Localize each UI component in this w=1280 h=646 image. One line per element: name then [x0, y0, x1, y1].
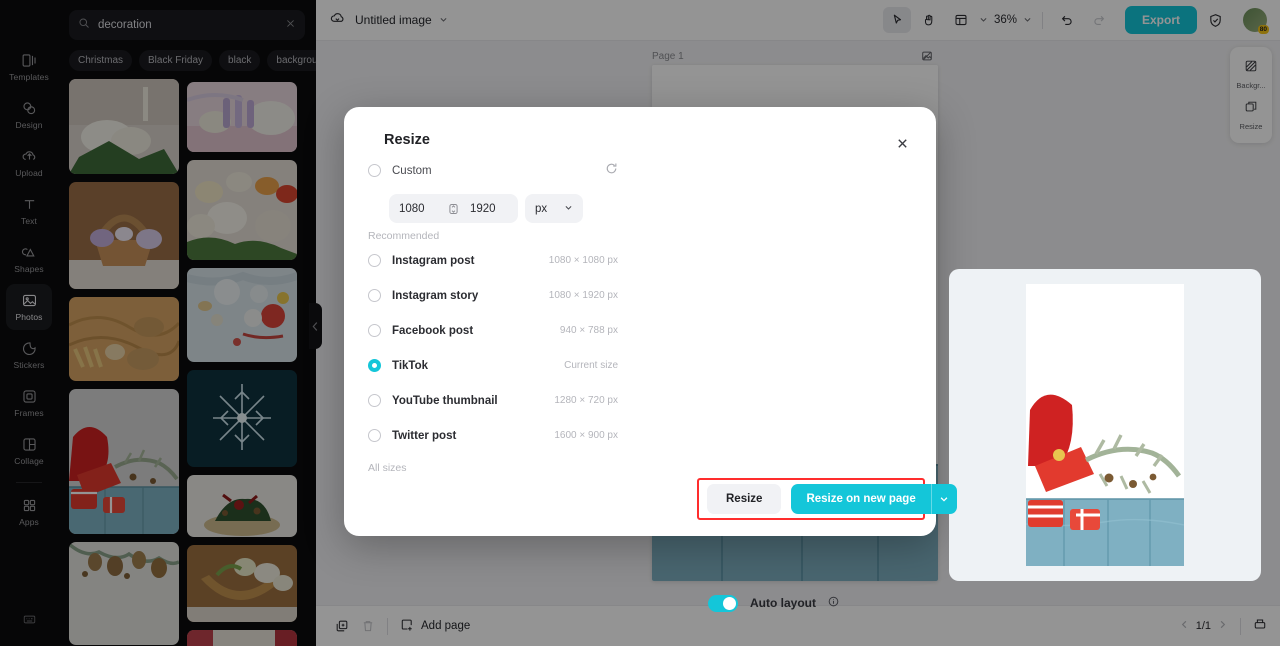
- reset-icon[interactable]: [605, 162, 618, 180]
- radio-custom[interactable]: [368, 164, 381, 177]
- option-size: Current size: [564, 360, 618, 371]
- option-size: 1600 × 900 px: [554, 430, 618, 441]
- unit-chevron-down-icon: [564, 203, 573, 215]
- option-label: YouTube thumbnail: [392, 394, 498, 407]
- resize-on-new-page-button[interactable]: Resize on new page: [791, 484, 931, 514]
- height-input[interactable]: [460, 202, 518, 215]
- auto-layout-label: Auto layout: [750, 596, 816, 610]
- option-size: 940 × 788 px: [559, 325, 618, 336]
- width-input[interactable]: [389, 202, 447, 215]
- option-instagram-post[interactable]: Instagram post 1080 × 1080 px: [368, 243, 618, 278]
- resize-preview: [949, 269, 1261, 581]
- unit-select[interactable]: px: [525, 194, 584, 223]
- custom-size-fields: px: [389, 194, 618, 223]
- radio-tiktok[interactable]: [368, 359, 381, 372]
- option-size: 1080 × 1920 px: [548, 290, 618, 301]
- option-instagram-story[interactable]: Instagram story 1080 × 1920 px: [368, 278, 618, 313]
- resize-dialog: Resize Custom 1080 1920 px Recommended I…: [344, 107, 1261, 612]
- option-label-custom: Custom: [392, 164, 432, 177]
- info-icon[interactable]: [828, 594, 839, 612]
- option-label: Twitter post: [392, 429, 457, 442]
- auto-layout-row: Auto layout: [708, 594, 839, 612]
- radio-instagram-story[interactable]: [368, 289, 381, 302]
- radio-youtube-thumbnail[interactable]: [368, 394, 381, 407]
- recommended-caption: Recommended: [368, 230, 440, 242]
- option-facebook-post[interactable]: Facebook post 940 × 788 px: [368, 313, 618, 348]
- all-sizes-link[interactable]: All sizes: [368, 462, 618, 474]
- photo-editor-app: Templates Design Upload Text Shapes Phot…: [0, 0, 1280, 646]
- size-option-list: Custom px Recommended: [368, 153, 618, 474]
- link-dimensions-icon[interactable]: [447, 203, 460, 215]
- dimension-inputs: [389, 194, 518, 223]
- resize-on-new-page-group: Resize on new page: [791, 484, 957, 514]
- option-label: Facebook post: [392, 324, 474, 337]
- unit-value: px: [535, 202, 548, 215]
- dialog-title: Resize: [384, 132, 430, 148]
- option-label: Instagram post: [392, 254, 475, 267]
- resize-button[interactable]: Resize: [707, 484, 782, 514]
- dialog-actions: Resize Resize on new page: [707, 484, 957, 514]
- option-label: TikTok: [392, 359, 428, 372]
- option-label: Instagram story: [392, 289, 479, 302]
- option-custom[interactable]: Custom: [368, 153, 618, 188]
- option-youtube-thumbnail[interactable]: YouTube thumbnail 1280 × 720 px: [368, 383, 618, 418]
- toggle-knob: [723, 596, 736, 610]
- close-icon[interactable]: [890, 131, 914, 155]
- option-tiktok[interactable]: TikTok Current size: [368, 348, 618, 383]
- radio-instagram-post[interactable]: [368, 254, 381, 267]
- radio-twitter-post[interactable]: [368, 429, 381, 442]
- option-size: 1080 × 1080 px: [548, 255, 618, 266]
- auto-layout-toggle[interactable]: [708, 594, 738, 612]
- radio-facebook-post[interactable]: [368, 324, 381, 337]
- preview-image: [1026, 284, 1184, 566]
- option-size: 1280 × 720 px: [554, 395, 618, 406]
- resize-options-chevron-down-icon[interactable]: [930, 484, 957, 514]
- option-twitter-post[interactable]: Twitter post 1600 × 900 px: [368, 418, 618, 453]
